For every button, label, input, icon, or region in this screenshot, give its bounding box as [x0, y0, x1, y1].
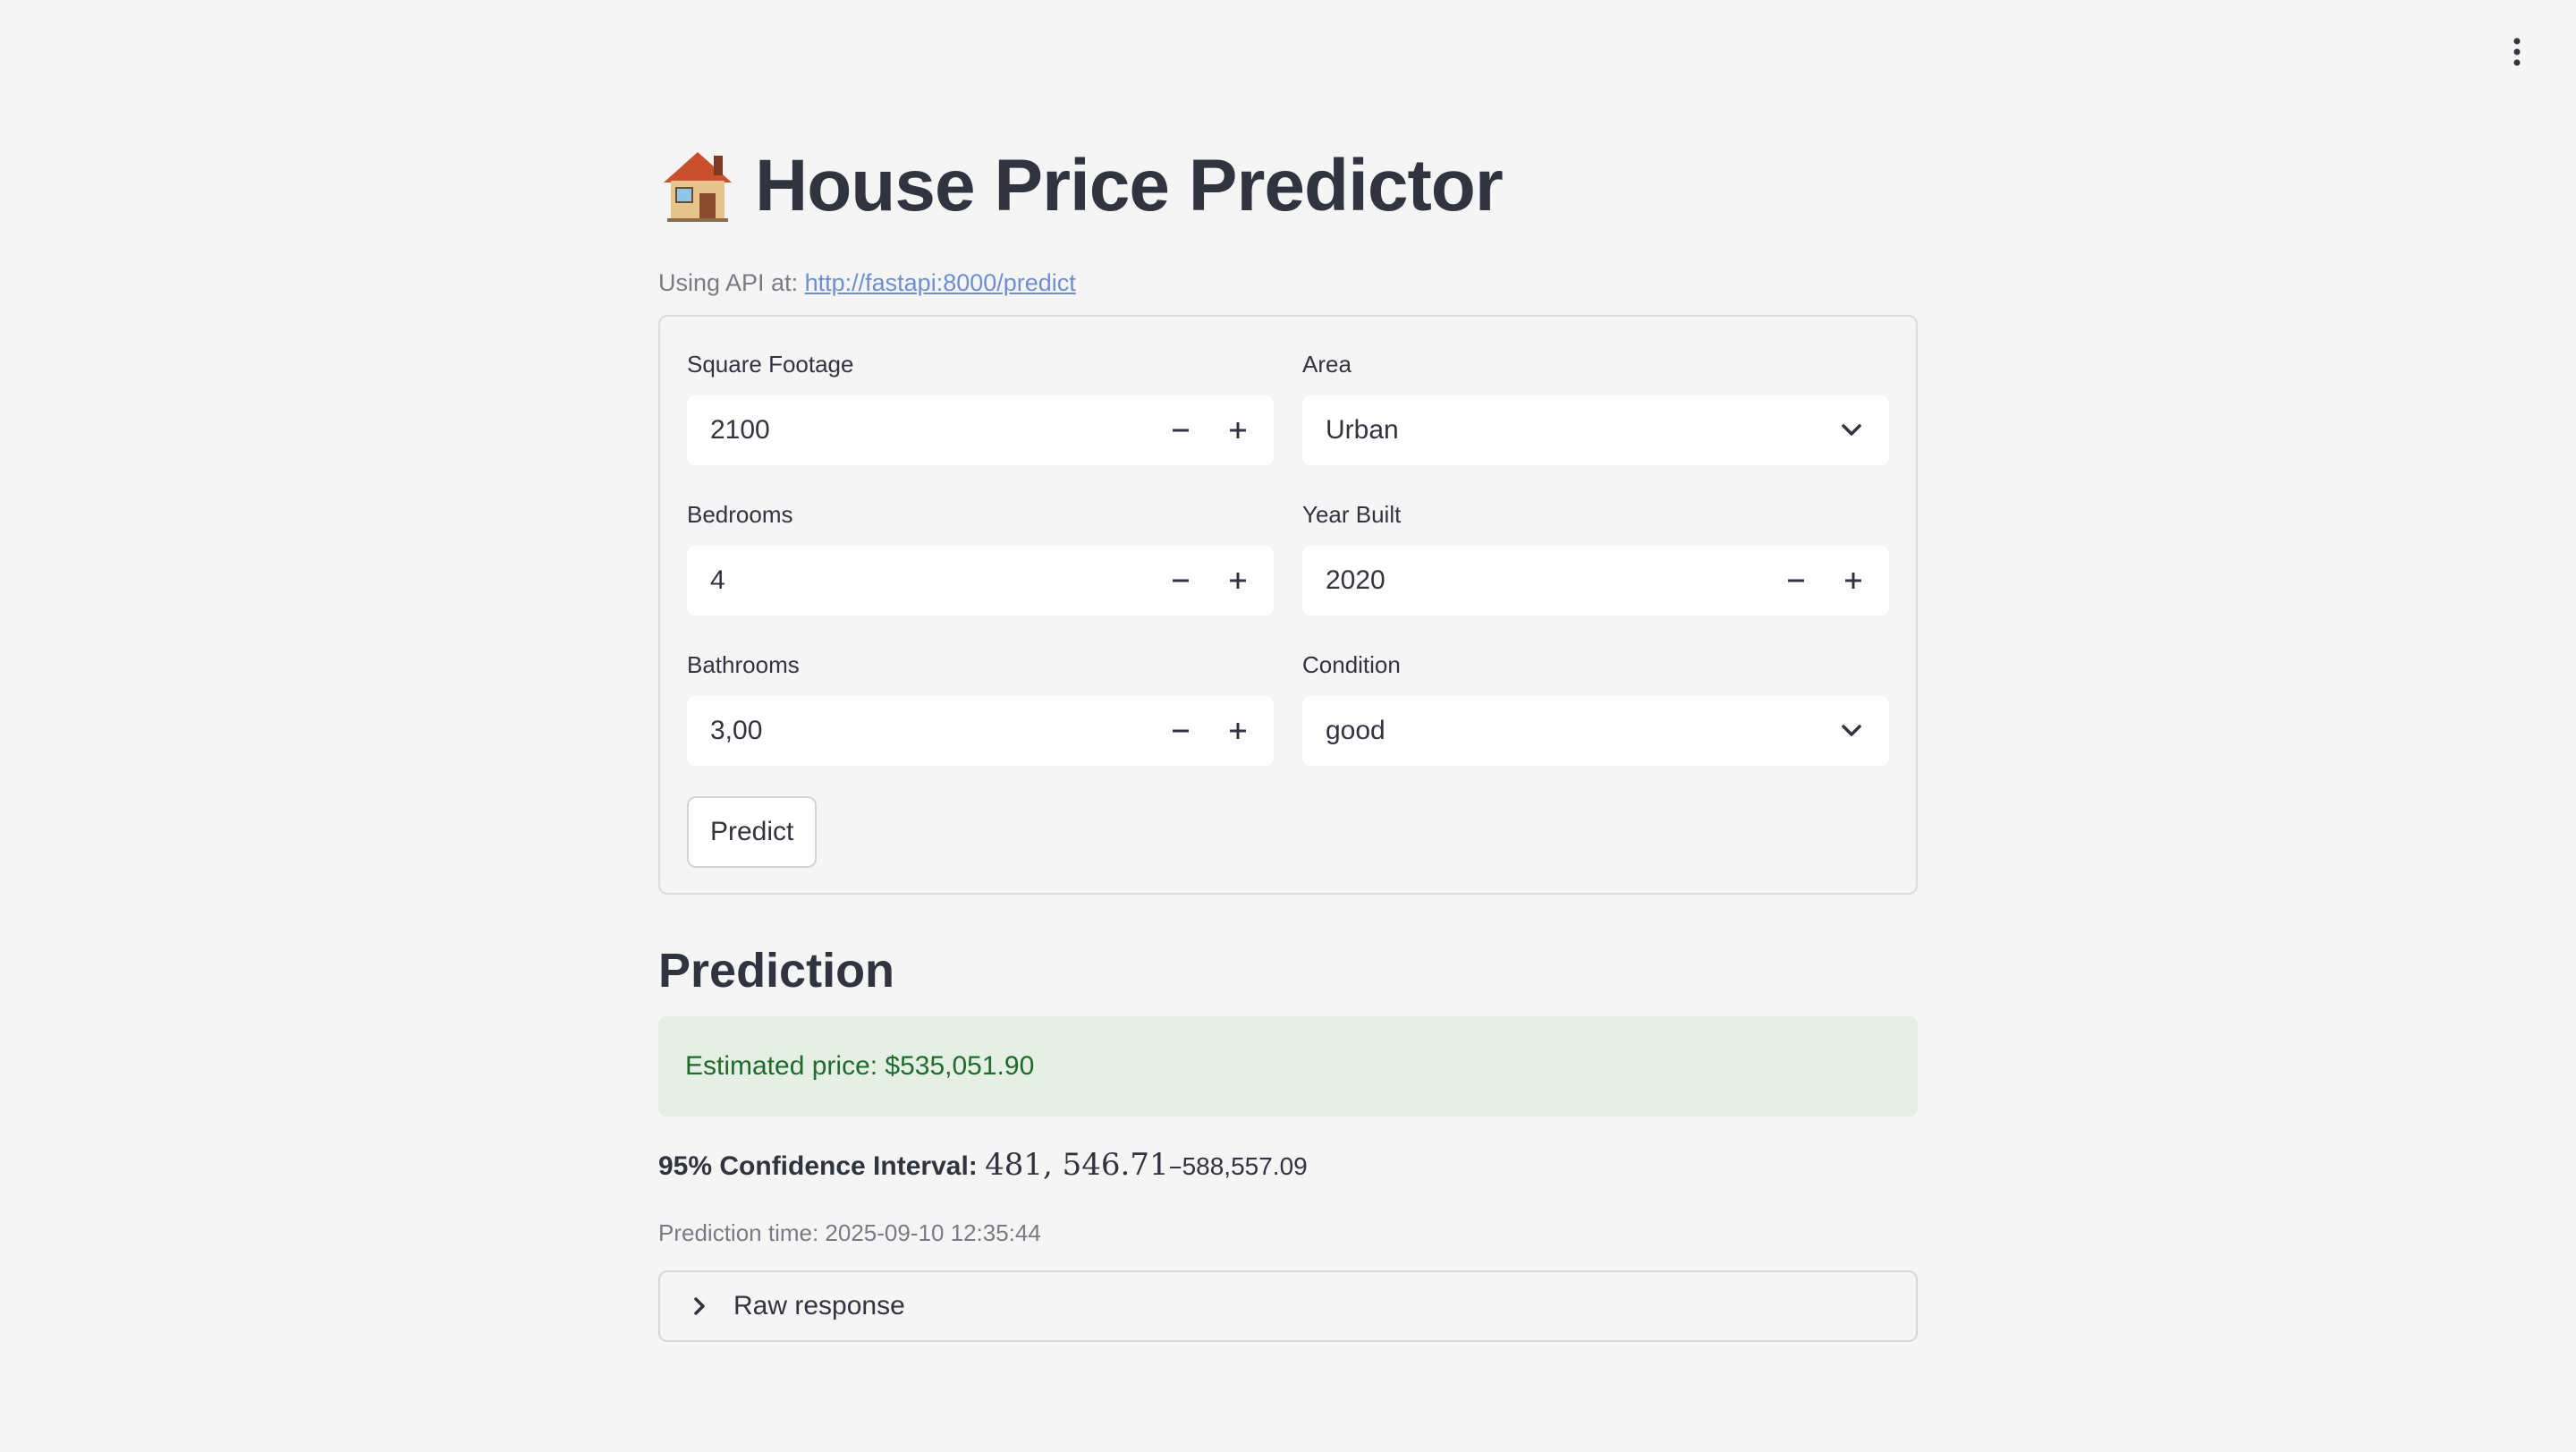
bedrooms-input[interactable]: 4 [687, 546, 1274, 616]
condition-label: Condition [1302, 651, 1401, 678]
area-selected-value[interactable]: Urban [1302, 415, 1825, 446]
bedrooms-decrement-button[interactable] [1152, 546, 1209, 616]
minus-icon [1788, 579, 1804, 582]
confidence-interval: 95% Confidence Interval: 481, 546.71–588… [658, 1145, 1918, 1185]
year-built-decrement-button[interactable] [1767, 546, 1825, 616]
bathrooms-input[interactable]: 3,00 [687, 696, 1274, 766]
page-title-text: House Price Predictor [755, 145, 1504, 226]
condition-selected-value[interactable]: good [1302, 716, 1825, 746]
bedrooms-field: Bedrooms 4 [687, 499, 1274, 616]
confidence-interval-label: 95% Confidence Interval: [658, 1151, 978, 1181]
prediction-timestamp: Prediction time: 2025-09-10 12:35:44 [658, 1219, 1041, 1246]
prediction-form: Square Footage 2100 Area Urban Bedrooms … [658, 315, 1918, 895]
estimated-price-alert: Estimated price: $535,051.90 [658, 1016, 1918, 1117]
predict-button[interactable]: Predict [687, 796, 818, 868]
minus-icon [1173, 429, 1189, 432]
area-label: Area [1302, 351, 1352, 378]
condition-field: Condition good [1302, 650, 1889, 766]
bedrooms-value[interactable]: 4 [687, 565, 1152, 596]
chevron-right-icon [687, 1294, 712, 1319]
raw-response-expander[interactable]: Raw response [658, 1270, 1918, 1342]
area-select[interactable]: Urban [1302, 395, 1889, 465]
bedrooms-increment-button[interactable] [1209, 546, 1267, 616]
bedrooms-label: Bedrooms [687, 501, 793, 528]
year-built-label: Year Built [1302, 501, 1402, 528]
main-menu-button[interactable] [2497, 32, 2537, 72]
prediction-heading: Prediction [658, 944, 895, 998]
confidence-interval-low: 481, 546.71 [985, 1147, 1169, 1183]
square-footage-input[interactable]: 2100 [687, 395, 1274, 465]
square-footage-value[interactable]: 2100 [687, 415, 1152, 446]
minus-icon [1173, 579, 1189, 582]
bathrooms-increment-button[interactable] [1209, 696, 1267, 766]
minus-icon [1173, 729, 1189, 733]
raw-response-label: Raw response [733, 1291, 905, 1320]
square-footage-label: Square Footage [687, 351, 854, 378]
bathrooms-decrement-button[interactable] [1152, 696, 1209, 766]
api-info: Using API at: http://fastapi:8000/predic… [658, 267, 1918, 299]
year-built-increment-button[interactable] [1825, 546, 1882, 616]
page-title: House Price Predictor [658, 134, 1918, 238]
main-content: House Price Predictor Using API at: http… [658, 134, 1918, 1342]
plus-icon [1230, 422, 1246, 438]
year-built-value[interactable]: 2020 [1302, 565, 1767, 596]
api-prefix: Using API at: [658, 269, 799, 296]
bathrooms-field: Bathrooms 3,00 [687, 650, 1274, 766]
confidence-interval-separator: – [1168, 1151, 1182, 1182]
bathrooms-label: Bathrooms [687, 651, 800, 678]
bathrooms-value[interactable]: 3,00 [687, 716, 1152, 746]
square-footage-decrement-button[interactable] [1152, 395, 1209, 465]
square-footage-increment-button[interactable] [1209, 395, 1267, 465]
square-footage-field: Square Footage 2100 [687, 349, 1274, 465]
chevron-down-icon[interactable] [1825, 696, 1878, 766]
condition-select[interactable]: good [1302, 696, 1889, 766]
plus-icon [1230, 573, 1246, 589]
kebab-menu-icon [2513, 38, 2521, 66]
plus-icon [1845, 573, 1861, 589]
year-built-input[interactable]: 2020 [1302, 546, 1889, 616]
estimated-price-text: Estimated price: $535,051.90 [685, 1051, 1035, 1081]
house-icon [664, 152, 732, 222]
area-field: Area Urban [1302, 349, 1889, 465]
plus-icon [1230, 723, 1246, 739]
confidence-interval-high: 588,557.09 [1182, 1152, 1308, 1180]
chevron-down-icon[interactable] [1825, 395, 1878, 465]
year-built-field: Year Built 2020 [1302, 499, 1889, 616]
api-url-link[interactable]: http://fastapi:8000/predict [805, 269, 1076, 296]
